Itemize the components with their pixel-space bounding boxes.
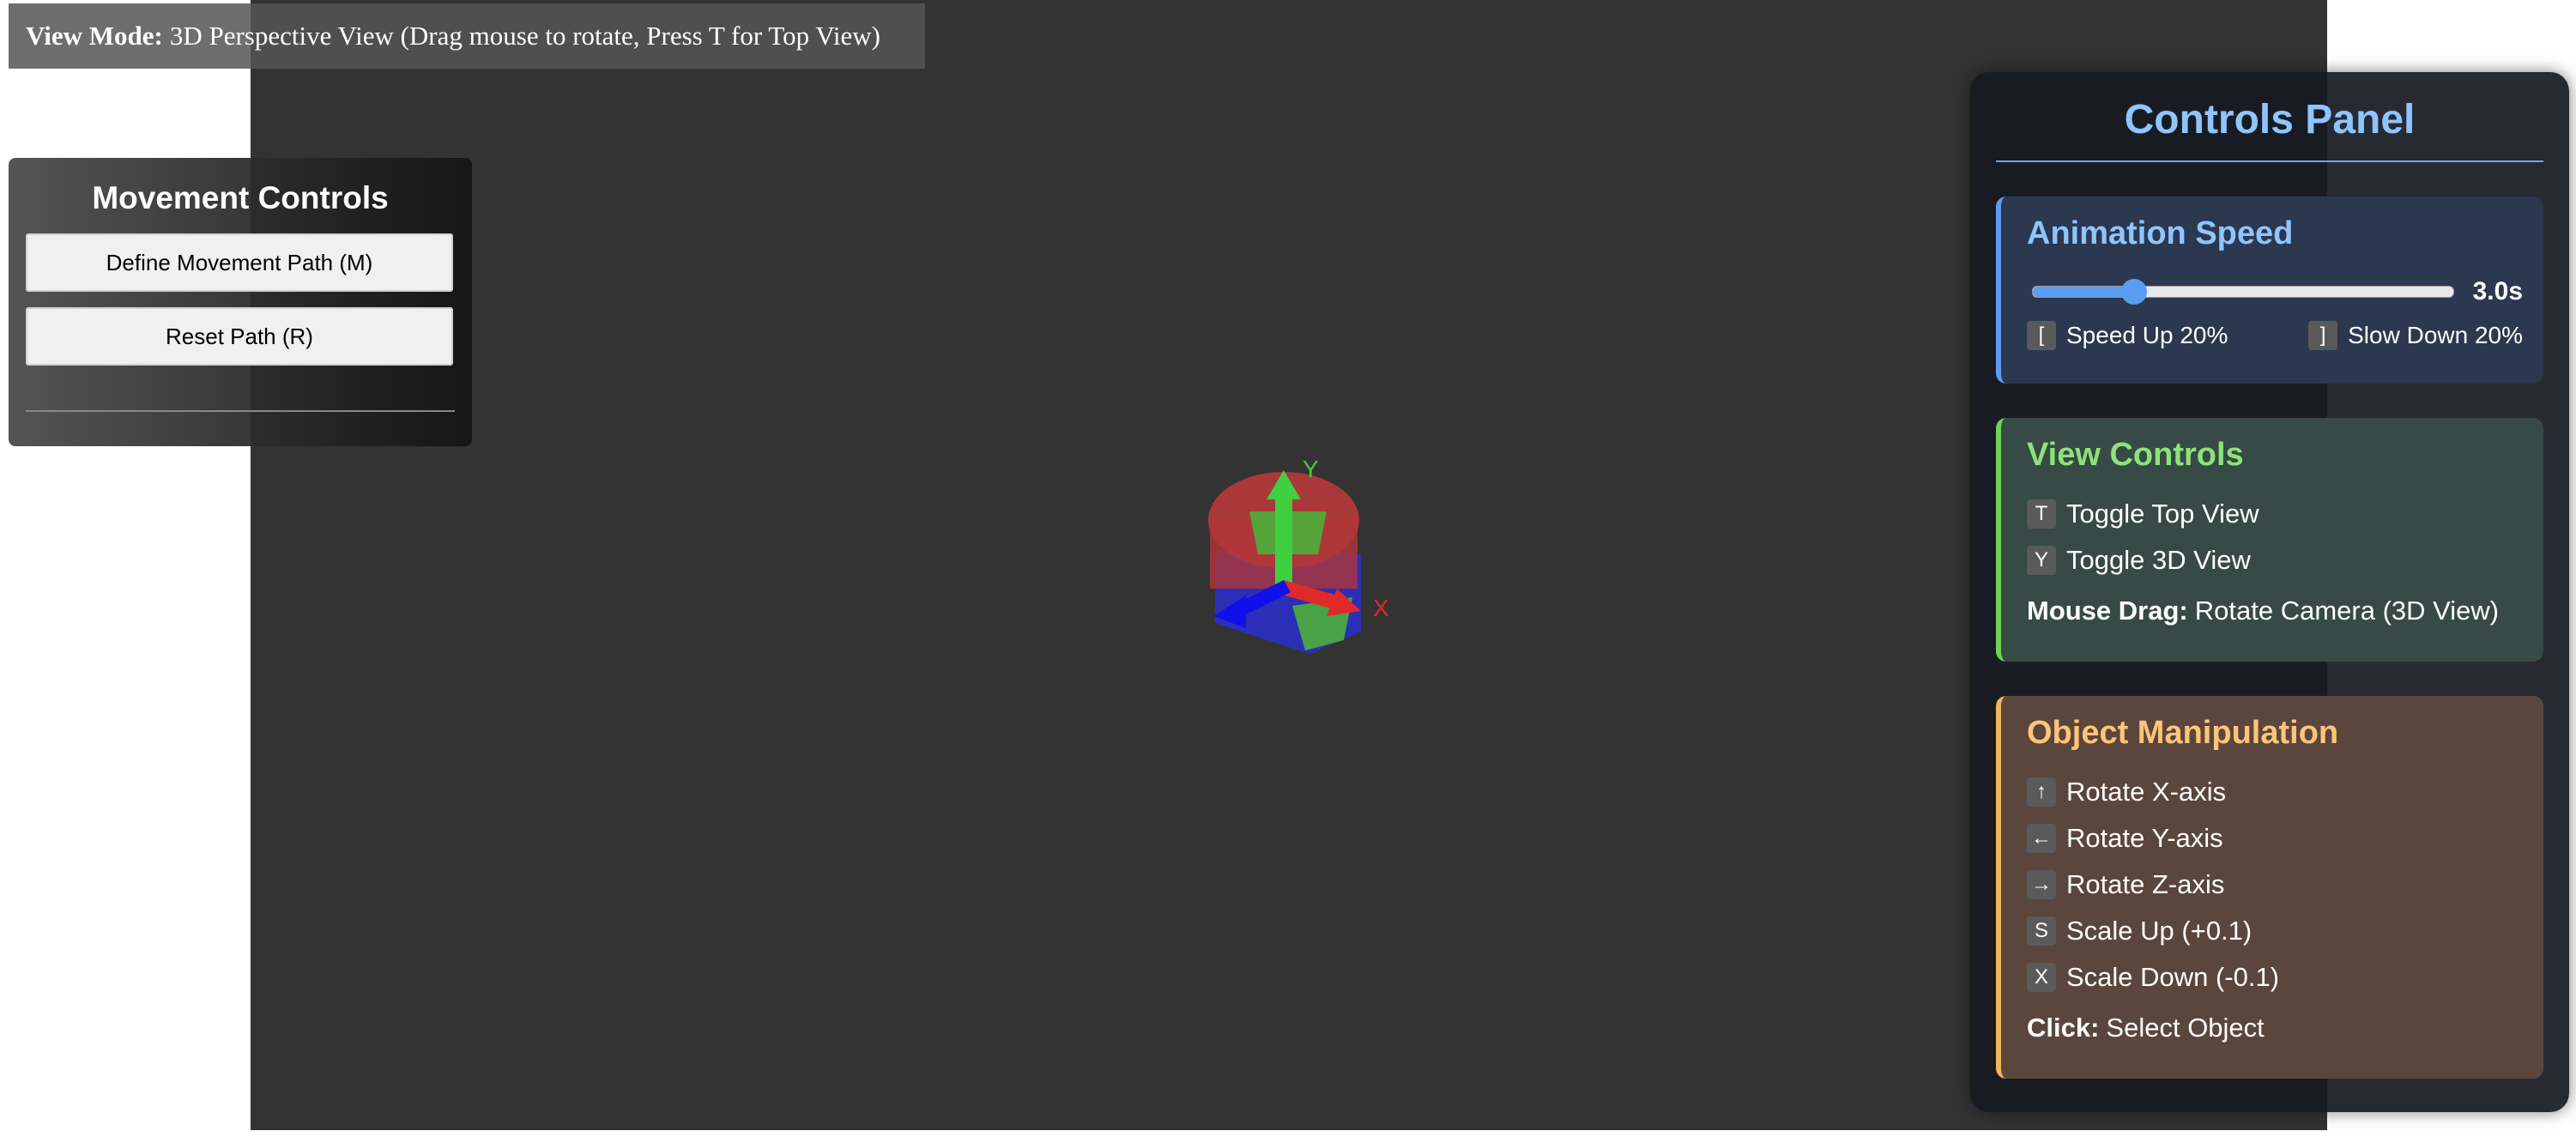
toggle-top-view-key: T	[2027, 499, 2056, 529]
mouse-drag-note: Mouse Drag: Rotate Camera (3D View)	[2027, 596, 2523, 626]
rotate-z-label: Rotate Z-axis	[2066, 869, 2225, 899]
toggle-3d-view-key: Y	[2027, 546, 2056, 575]
slow-down-key: ]	[2308, 321, 2338, 350]
click-note: Click: Select Object	[2027, 1013, 2523, 1043]
axis-y-label: Y	[1303, 460, 1319, 482]
speed-slider-thumb[interactable]	[2120, 279, 2147, 305]
controls-panel-title: Controls Panel	[1996, 96, 2543, 162]
movement-controls-panel: Movement Controls Define Movement Path (…	[9, 158, 472, 446]
scale-up-item: S Scale Up (+0.1)	[2027, 913, 2523, 949]
movement-controls-title: Movement Controls	[92, 180, 389, 215]
rotate-z-item: → Rotate Z-axis	[2027, 867, 2523, 903]
speed-up-key: [	[2027, 321, 2056, 350]
arrow-left-key: ←	[2027, 824, 2056, 853]
animation-speed-section: Animation Speed 3.0s [ Speed Up 20% ] Sl…	[1996, 197, 2543, 384]
rotate-x-item: ↑ Rotate X-axis	[2027, 774, 2523, 810]
rotate-y-item: ← Rotate Y-axis	[2027, 820, 2523, 856]
view-controls-section: View Controls T Toggle Top View Y Toggle…	[1996, 418, 2543, 662]
speed-up-hint: [ Speed Up 20%	[2027, 321, 2228, 350]
slow-down-label: Slow Down 20%	[2348, 322, 2523, 348]
click-label: Click:	[2027, 1013, 2100, 1043]
axis-x-label: X	[1373, 595, 1389, 621]
mouse-drag-label: Mouse Drag:	[2027, 596, 2188, 626]
reset-path-button[interactable]: Reset Path (R)	[26, 307, 453, 366]
slow-down-hint: ] Slow Down 20%	[2308, 321, 2523, 350]
toggle-top-view-label: Toggle Top View	[2066, 499, 2259, 529]
toggle-3d-view-label: Toggle 3D View	[2066, 545, 2251, 575]
scale-up-label: Scale Up (+0.1)	[2066, 916, 2252, 946]
animation-speed-title: Animation Speed	[2027, 215, 2294, 251]
speed-slider[interactable]	[2032, 279, 2454, 305]
view-controls-title: View Controls	[2027, 437, 2244, 473]
rotate-x-label: Rotate X-axis	[2066, 777, 2227, 807]
click-text: Select Object	[2106, 1013, 2265, 1043]
scale-down-key: X	[2027, 963, 2056, 992]
3d-object-gizmo[interactable]: Y X	[1198, 460, 1404, 657]
view-mode-banner: View Mode: 3D Perspective View (Drag mou…	[9, 3, 925, 69]
controls-panel: Controls Panel Animation Speed 3.0s [ Sp…	[1970, 72, 2569, 1112]
speed-up-label: Speed Up 20%	[2066, 322, 2228, 348]
toggle-top-view-item: T Toggle Top View	[2027, 496, 2523, 532]
view-mode-label: View Mode:	[26, 21, 163, 51]
view-mode-text: 3D Perspective View (Drag mouse to rotat…	[169, 21, 880, 51]
scale-down-label: Scale Down (-0.1)	[2066, 962, 2280, 992]
scale-up-key: S	[2027, 916, 2056, 946]
speed-shortcuts: [ Speed Up 20% ] Slow Down 20%	[2027, 321, 2523, 350]
arrow-right-key: →	[2027, 870, 2056, 899]
rotate-y-label: Rotate Y-axis	[2066, 823, 2223, 853]
arrow-up-key: ↑	[2027, 777, 2056, 807]
scale-down-item: X Scale Down (-0.1)	[2027, 959, 2523, 995]
speed-value: 3.0s	[2472, 277, 2523, 305]
speed-slider-fill	[2033, 287, 2134, 297]
object-manipulation-section: Object Manipulation ↑ Rotate X-axis ← Ro…	[1996, 696, 2543, 1079]
movement-divider	[26, 410, 455, 412]
mouse-drag-text: Rotate Camera (3D View)	[2194, 596, 2500, 626]
object-manipulation-title: Object Manipulation	[2027, 715, 2339, 751]
toggle-3d-view-item: Y Toggle 3D View	[2027, 542, 2523, 578]
speed-slider-row: 3.0s	[2027, 275, 2523, 309]
y-axis-shaft	[1275, 494, 1292, 589]
define-movement-path-button[interactable]: Define Movement Path (M)	[26, 233, 453, 292]
